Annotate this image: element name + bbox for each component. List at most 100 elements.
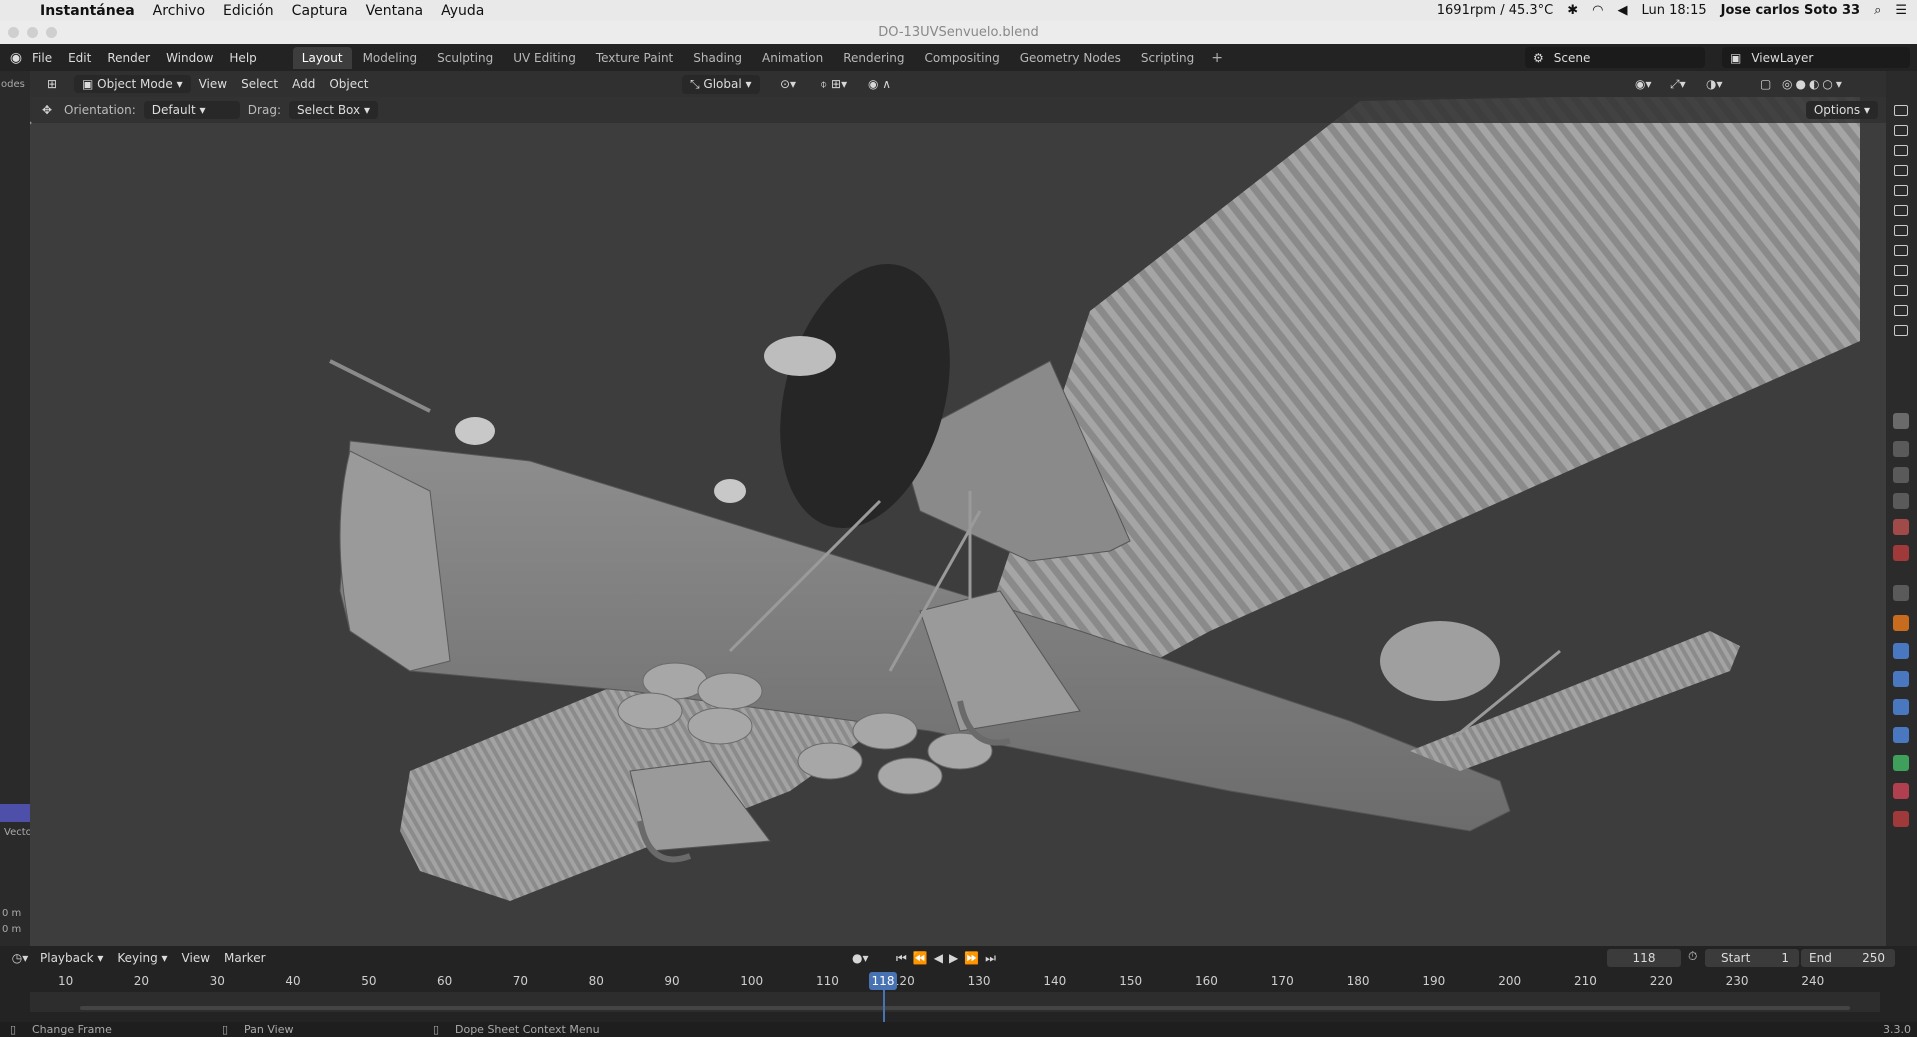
tab-sculpting[interactable]: Sculpting (428, 47, 502, 69)
clock[interactable]: Lun 18:15 (1642, 3, 1707, 18)
viewport-menu-add[interactable]: Add (292, 77, 315, 91)
menu-file[interactable]: File (32, 51, 52, 65)
add-workspace-icon[interactable]: + (1211, 50, 1223, 66)
timeline-menu-keying[interactable]: Keying ▾ (117, 951, 167, 965)
current-frame-field[interactable]: 118 (1607, 949, 1681, 967)
toolbar-expand-icon[interactable]: › (30, 116, 32, 129)
control-center-icon[interactable]: ☰ (1895, 3, 1907, 18)
camera-icon[interactable] (1894, 105, 1908, 116)
search-icon[interactable]: ⌕ (1874, 3, 1881, 18)
view-layer-selector[interactable]: ▣ ViewLayer (1722, 47, 1910, 68)
wifi-icon[interactable]: ◠ (1592, 3, 1603, 18)
timeline-menu-view[interactable]: View (182, 951, 210, 965)
menu-render[interactable]: Render (107, 51, 150, 65)
particles-properties-icon[interactable] (1893, 671, 1909, 687)
snap-icon[interactable]: ⌽ ⊞▾ (820, 77, 847, 92)
editor-type-icon[interactable]: ⊞ (30, 77, 74, 91)
playhead[interactable]: 118 (869, 972, 897, 990)
frame-ruler[interactable]: 10 20 30 40 50 60 70 80 90 100 110 120 130 140 150 160 1… (0, 970, 1917, 992)
mac-menu-edicion[interactable]: Edición (223, 3, 274, 19)
mac-app-name[interactable]: Instantánea (40, 3, 135, 19)
object-properties-icon[interactable] (1893, 615, 1909, 631)
tab-texture-paint[interactable]: Texture Paint (587, 47, 682, 69)
mac-menu-archivo[interactable]: Archivo (153, 3, 205, 19)
user-name[interactable]: Jose carlos Soto 33 (1721, 3, 1860, 18)
options-dropdown[interactable]: Options ▾ (1805, 101, 1878, 119)
mac-menu-ventana[interactable]: Ventana (366, 3, 424, 19)
timeline-scrollbar[interactable] (80, 1006, 1850, 1010)
timeline-track[interactable] (30, 992, 1880, 1012)
camera-icon[interactable] (1894, 225, 1908, 236)
camera-icon[interactable] (1894, 125, 1908, 136)
volume-icon[interactable]: ◀ (1618, 3, 1628, 18)
menu-help[interactable]: Help (229, 51, 256, 65)
camera-icon[interactable] (1894, 145, 1908, 156)
tab-modeling[interactable]: Modeling (354, 47, 427, 69)
xray-icon[interactable]: ▢ (1760, 77, 1771, 91)
camera-icon[interactable] (1894, 305, 1908, 316)
gizmo-icon[interactable]: ⤢▾ (1670, 77, 1686, 92)
pivot-icon[interactable]: ⊙▾ (780, 77, 796, 91)
record-icon[interactable]: ●▾ (852, 951, 869, 965)
visibility-icon[interactable]: ◉▾ (1635, 77, 1652, 91)
tab-animation[interactable]: Animation (753, 47, 832, 69)
viewport-menu-view[interactable]: View (199, 77, 227, 91)
fan-status[interactable]: 1691rpm / 45.3°C (1437, 3, 1554, 18)
tab-uv-editing[interactable]: UV Editing (504, 47, 585, 69)
mac-menu-ayuda[interactable]: Ayuda (441, 3, 484, 19)
object-mode-dropdown[interactable]: ▣ Object Mode ▾ (74, 75, 191, 93)
left-active-button[interactable] (0, 804, 30, 822)
constraints-properties-icon[interactable] (1893, 727, 1909, 743)
transform-orientation-dropdown[interactable]: ⤡ Global ▾ (682, 74, 760, 94)
aircraft-model[interactable] (30, 71, 1886, 946)
material-properties-icon[interactable] (1893, 783, 1909, 799)
move-tool-icon[interactable]: ✥ (30, 103, 64, 117)
camera-icon[interactable] (1894, 285, 1908, 296)
data-properties-icon[interactable] (1893, 755, 1909, 771)
modifier-properties-icon[interactable] (1893, 643, 1909, 659)
orientation-dropdown[interactable]: Default ▾ (143, 101, 240, 119)
blender-logo-icon[interactable]: ◉ (0, 50, 32, 66)
menu-edit[interactable]: Edit (68, 51, 91, 65)
output-properties-icon[interactable] (1893, 467, 1909, 483)
camera-icon[interactable] (1894, 325, 1908, 336)
timeline-editor-type-icon[interactable]: ◷▾ (0, 951, 40, 965)
tab-layout[interactable]: Layout (292, 46, 352, 69)
physics-properties-icon[interactable] (1893, 699, 1909, 715)
bluetooth-icon[interactable]: ✱ (1567, 3, 1578, 18)
tab-shading[interactable]: Shading (684, 47, 751, 69)
timeline-menu-playback[interactable]: Playback ▾ (40, 951, 103, 965)
menu-window[interactable]: Window (166, 51, 213, 65)
viewport-menu-select[interactable]: Select (241, 77, 278, 91)
camera-icon[interactable] (1894, 265, 1908, 276)
stopwatch-icon[interactable]: ⏱ (1688, 949, 1697, 964)
frame-tick-label: 220 (1649, 974, 1673, 988)
drag-dropdown[interactable]: Select Box ▾ (288, 101, 378, 119)
tool-properties-icon[interactable] (1893, 413, 1909, 429)
tab-compositing[interactable]: Compositing (915, 47, 1008, 69)
camera-icon[interactable] (1894, 185, 1908, 196)
scene-selector[interactable]: ⚙ Scene (1525, 47, 1705, 68)
camera-icon[interactable] (1894, 245, 1908, 256)
render-properties-icon[interactable] (1893, 441, 1909, 457)
playback-controls[interactable]: ⏮⏪◀▶⏩⏭ (896, 951, 1002, 966)
start-frame-field[interactable]: Start 1 (1705, 949, 1799, 967)
collection-properties-icon[interactable] (1893, 585, 1909, 601)
mac-menu-captura[interactable]: Captura (292, 3, 348, 19)
shading-mode-icons[interactable]: ◎●◐○▾ (1782, 77, 1845, 91)
overlays-icon[interactable]: ◑▾ (1706, 77, 1723, 91)
tab-scripting[interactable]: Scripting (1132, 47, 1203, 69)
timeline-menu-marker[interactable]: Marker (224, 951, 265, 965)
3d-viewport[interactable]: ⊞ ▣ Object Mode ▾ View Select Add Object… (30, 71, 1886, 946)
camera-icon[interactable] (1894, 165, 1908, 176)
view-layer-properties-icon[interactable] (1893, 493, 1909, 509)
viewport-menu-object[interactable]: Object (329, 77, 368, 91)
texture-properties-icon[interactable] (1893, 811, 1909, 827)
scene-properties-icon[interactable] (1893, 519, 1909, 535)
proportional-edit-icon[interactable]: ◉ ∧ (868, 77, 891, 91)
end-frame-field[interactable]: End 250 (1801, 949, 1895, 967)
tab-geometry-nodes[interactable]: Geometry Nodes (1011, 47, 1130, 69)
camera-icon[interactable] (1894, 205, 1908, 216)
world-properties-icon[interactable] (1893, 545, 1909, 561)
tab-rendering[interactable]: Rendering (834, 47, 913, 69)
